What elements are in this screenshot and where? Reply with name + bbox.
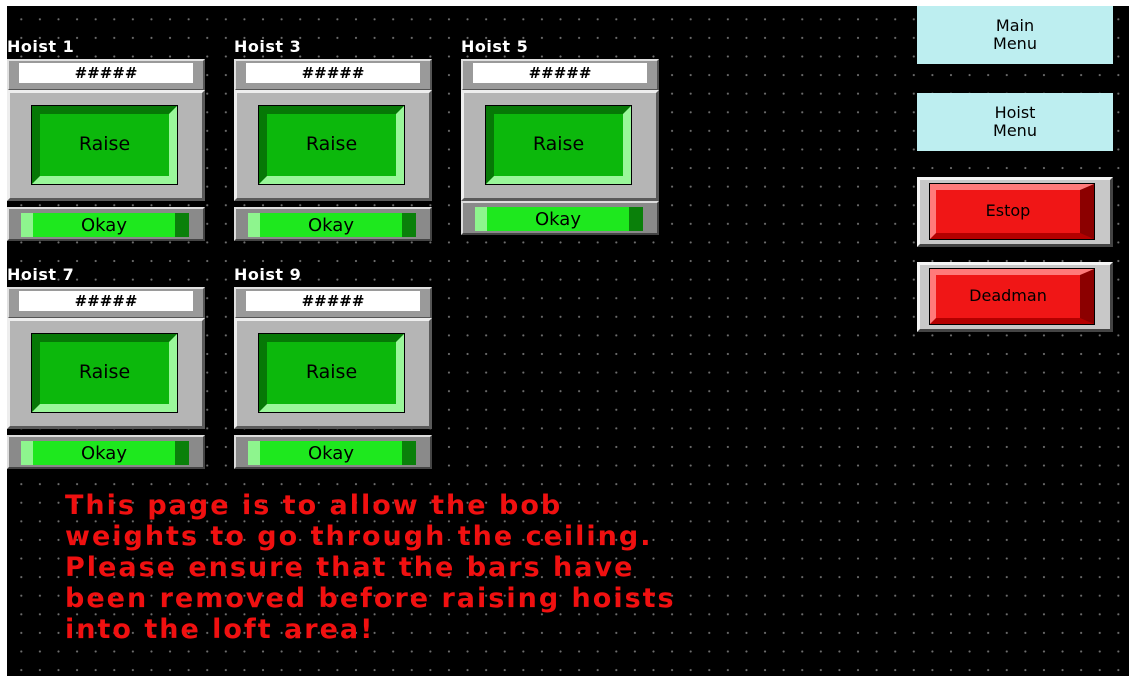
raise-button-frame: Raise xyxy=(234,318,432,429)
raise-button[interactable]: Raise xyxy=(31,105,178,185)
hoist-panel-3: Hoist 3 ##### Raise Okay xyxy=(234,37,434,241)
status-text: Okay xyxy=(21,213,189,237)
raise-button-frame: Raise xyxy=(234,90,432,201)
deadman-button[interactable]: Deadman xyxy=(917,262,1113,332)
hoist-position-readout: ##### xyxy=(234,59,432,91)
deadman-label: Deadman xyxy=(929,268,1095,325)
readout-value: ##### xyxy=(19,291,193,311)
hoist-label: Hoist 7 xyxy=(7,265,75,284)
raise-button[interactable]: Raise xyxy=(31,333,178,413)
warning-message: This page is to allow the bob weights to… xyxy=(65,490,676,645)
hoist-position-readout: ##### xyxy=(461,59,659,91)
hoist-label: Hoist 3 xyxy=(234,37,302,56)
status-text: Okay xyxy=(248,441,416,465)
readout-value: ##### xyxy=(246,291,420,311)
status-text: Okay xyxy=(21,441,189,465)
main-menu-button[interactable]: Main Menu xyxy=(917,6,1113,64)
readout-value: ##### xyxy=(246,63,420,83)
raise-button[interactable]: Raise xyxy=(485,105,632,185)
status-indicator: Okay xyxy=(461,201,659,235)
estop-label: Estop xyxy=(929,183,1095,240)
raise-button-frame: Raise xyxy=(7,90,205,201)
hoist-label: Hoist 5 xyxy=(461,37,529,56)
hoist-label: Hoist 1 xyxy=(7,37,75,56)
status-text: Okay xyxy=(475,207,643,231)
hoist-position-readout: ##### xyxy=(7,287,205,319)
hoist-panel-5: Hoist 5 ##### Raise Okay xyxy=(461,37,661,235)
status-indicator: Okay xyxy=(7,435,205,469)
hoist-position-readout: ##### xyxy=(7,59,205,91)
hoist-panel-7: Hoist 7 ##### Raise Okay xyxy=(7,265,207,469)
status-indicator: Okay xyxy=(7,207,205,241)
raise-button-frame: Raise xyxy=(461,90,659,201)
raise-button[interactable]: Raise xyxy=(258,333,405,413)
hoist-position-readout: ##### xyxy=(234,287,432,319)
status-indicator: Okay xyxy=(234,435,432,469)
estop-button[interactable]: Estop xyxy=(917,177,1113,247)
status-indicator: Okay xyxy=(234,207,432,241)
status-text: Okay xyxy=(248,213,416,237)
hmi-screen: Hoist 1 ##### Raise Okay Hoist 3 ##### R… xyxy=(7,6,1129,676)
raise-button[interactable]: Raise xyxy=(258,105,405,185)
readout-value: ##### xyxy=(19,63,193,83)
hoist-label: Hoist 9 xyxy=(234,265,302,284)
hoist-panel-9: Hoist 9 ##### Raise Okay xyxy=(234,265,434,469)
raise-button-frame: Raise xyxy=(7,318,205,429)
readout-value: ##### xyxy=(473,63,647,83)
hoist-panel-1: Hoist 1 ##### Raise Okay xyxy=(7,37,207,241)
hoist-menu-button[interactable]: Hoist Menu xyxy=(917,93,1113,151)
